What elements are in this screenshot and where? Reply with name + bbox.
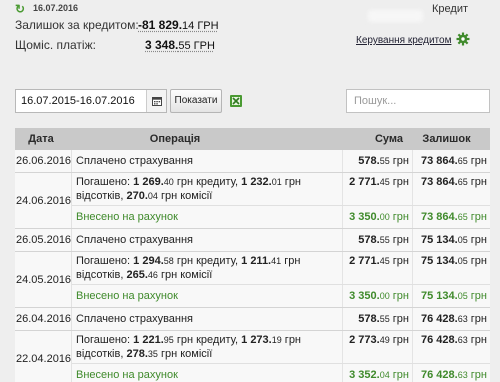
- row-operation: Погашено: 1 269.40 грн кредиту, 1 232.01…: [76, 176, 302, 202]
- row-operation: Внесено на рахунок: [76, 211, 178, 223]
- excel-export-icon[interactable]: [229, 94, 243, 108]
- row-balance: 75 134.05 грн: [412, 229, 490, 251]
- row-sum: 2 773.49 грн: [342, 331, 412, 363]
- transactions-table: Дата Операція Сума Залишок 26.06.2016 Сп…: [15, 128, 490, 382]
- row-date: 24.06.2016: [15, 173, 72, 228]
- calendar-icon[interactable]: [146, 90, 166, 112]
- show-button[interactable]: Показати: [170, 89, 222, 113]
- table-row[interactable]: Сплачено страхування 578.55 грн 75 134.0…: [72, 229, 490, 251]
- payment-value: 3 348.55 ГРН: [145, 38, 215, 52]
- table-row-group: 26.06.2016 Сплачено страхування 578.55 г…: [15, 150, 490, 173]
- row-sum: 3 350.00 грн: [342, 206, 412, 228]
- row-balance: 73 864.65 грн: [412, 206, 490, 228]
- filter-toolbar: 16.07.2015-16.07.2016 Показати Пошук...: [0, 82, 500, 122]
- row-date: 22.04.2016: [15, 331, 72, 382]
- row-balance: 73 864.65 грн: [412, 150, 490, 172]
- row-sum: 2 771.45 грн: [342, 173, 412, 205]
- table-row-group: 26.04.2016 Сплачено страхування 578.55 г…: [15, 308, 490, 331]
- row-sum: 578.55 грн: [342, 308, 412, 330]
- row-balance: 73 864.65 грн: [412, 173, 490, 205]
- table-row[interactable]: Сплачено страхування 578.55 грн 76 428.6…: [72, 308, 490, 330]
- row-operation: Погашено: 1 294.58 грн кредиту, 1 211.41…: [76, 255, 301, 281]
- redacted-account-number: [368, 10, 423, 22]
- row-balance: 76 428.63 грн: [412, 364, 490, 382]
- row-balance: 75 134.05 грн: [412, 252, 490, 284]
- column-header-operation[interactable]: Операція: [67, 128, 283, 150]
- product-name: Кредит: [432, 3, 469, 15]
- row-balance: 75 134.05 грн: [412, 285, 490, 307]
- row-date: 24.05.2016: [15, 252, 72, 307]
- current-date: 16.07.2016: [33, 3, 79, 13]
- row-sum: 578.55 грн: [342, 150, 412, 172]
- column-header-sum[interactable]: Сума: [283, 128, 403, 150]
- payment-label: Щоміс. платіж:: [15, 38, 96, 52]
- row-sum: 3 350.00 грн: [342, 285, 412, 307]
- table-row-group: 26.05.2016 Сплачено страхування 578.55 г…: [15, 229, 490, 252]
- row-operation: Погашено: 1 221.95 грн кредиту, 1 273.19…: [76, 334, 302, 360]
- row-operation: Сплачено страхування: [76, 155, 194, 167]
- table-row-group: 24.06.2016 Погашено: 1 269.40 грн кредит…: [15, 173, 490, 229]
- row-balance: 76 428.63 грн: [412, 331, 490, 363]
- row-date: 26.06.2016: [15, 150, 72, 172]
- table-row-group: 24.05.2016 Погашено: 1 294.58 грн кредит…: [15, 252, 490, 308]
- table-header-row: Дата Операція Сума Залишок: [15, 128, 490, 150]
- refresh-icon[interactable]: ↻: [15, 3, 27, 15]
- gear-icon[interactable]: [456, 32, 470, 46]
- row-sum: 3 352.04 грн: [342, 364, 412, 382]
- table-row[interactable]: Сплачено страхування 578.55 грн 73 864.6…: [72, 150, 490, 172]
- table-row[interactable]: Погашено: 1 221.95 грн кредиту, 1 273.19…: [72, 331, 490, 363]
- table-row[interactable]: Внесено на рахунок 3 350.00 грн 75 134.0…: [72, 284, 490, 307]
- row-balance: 76 428.63 грн: [412, 308, 490, 330]
- manage-credit-link[interactable]: Керування кредитом: [356, 35, 451, 46]
- table-row-group: 22.04.2016 Погашено: 1 221.95 грн кредит…: [15, 331, 490, 382]
- table-row[interactable]: Внесено на рахунок 3 350.00 грн 73 864.6…: [72, 205, 490, 228]
- balance-value: -81 829.14 ГРН: [138, 18, 219, 32]
- search-input[interactable]: Пошук...: [346, 89, 490, 113]
- date-range-value: 16.07.2015-16.07.2016: [21, 95, 135, 107]
- row-sum: 578.55 грн: [342, 229, 412, 251]
- column-header-balance[interactable]: Залишок: [403, 128, 490, 150]
- row-operation: Внесено на рахунок: [76, 369, 178, 381]
- table-row[interactable]: Внесено на рахунок 3 352.04 грн 76 428.6…: [72, 363, 490, 382]
- row-sum: 2 771.45 грн: [342, 252, 412, 284]
- account-header: ↻ 16.07.2016 Залишок за кредитом: -81 82…: [0, 0, 500, 82]
- row-date: 26.05.2016: [15, 229, 72, 251]
- table-row[interactable]: Погашено: 1 294.58 грн кредиту, 1 211.41…: [72, 252, 490, 284]
- row-date: 26.04.2016: [15, 308, 72, 330]
- date-range-input[interactable]: 16.07.2015-16.07.2016: [15, 89, 167, 113]
- row-operation: Внесено на рахунок: [76, 290, 178, 302]
- row-operation: Сплачено страхування: [76, 313, 194, 325]
- table-row[interactable]: Погашено: 1 269.40 грн кредиту, 1 232.01…: [72, 173, 490, 205]
- balance-label: Залишок за кредитом:: [15, 18, 139, 32]
- column-header-date[interactable]: Дата: [15, 128, 67, 150]
- row-operation: Сплачено страхування: [76, 234, 194, 246]
